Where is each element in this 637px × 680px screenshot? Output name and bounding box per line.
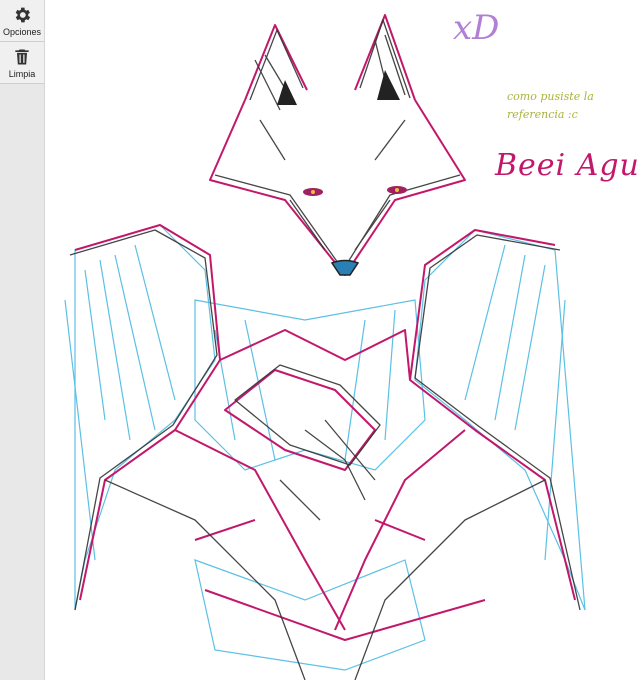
clear-label: Limpia [8, 68, 36, 79]
drawing-canvas[interactable]: xD como pusiste la referencia :c Beei Ag… [45, 0, 637, 680]
wolf-face-details [277, 70, 407, 276]
pink-linework [74, 14, 576, 641]
gear-icon [15, 7, 31, 22]
clear-button[interactable]: Limpia [0, 42, 44, 84]
signature: Beei Agus [495, 148, 637, 183]
drawing-app: Opciones Limpia xD como pusiste la refer… [0, 0, 637, 680]
toolbar: Opciones Limpia [0, 0, 45, 680]
options-button[interactable]: Opciones [0, 0, 44, 42]
options-label: Opciones [2, 26, 42, 37]
xd-note: xD [453, 8, 500, 48]
reference-note: como pusiste la referencia :c [507, 90, 594, 121]
trash-icon [15, 49, 29, 64]
